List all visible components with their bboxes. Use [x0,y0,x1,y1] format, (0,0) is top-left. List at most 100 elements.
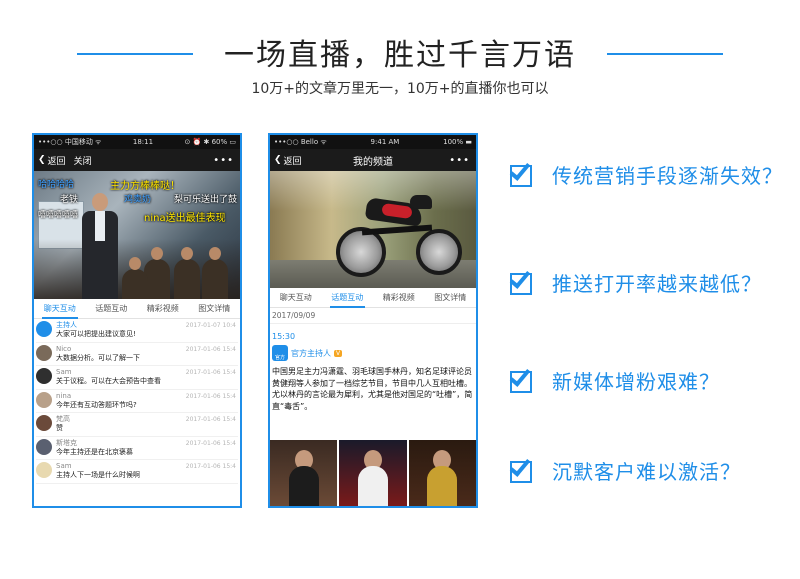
chat-row[interactable]: 梵高赞 2017-01-06 15:4 [36,413,238,437]
gallery-photo[interactable] [408,440,476,506]
pain-point-item: 新媒体增粉艰难？ [509,364,720,395]
avatar [36,391,52,408]
back-label: 返回 [283,156,302,167]
chat-row[interactable]: Nico 大数据分析。可以了解一下 2017-01-06 15:4 [36,343,238,366]
avatar [36,321,52,337]
chevron-left-icon: ❮ [38,155,46,165]
chat-row[interactable]: 斯塔克 今年主持还是在北京褒慕 2017-01-06 15:4 [36,437,238,460]
host-logo: 官方 [272,345,288,361]
status-carrier: •••○○ Bello ᯤ [274,137,327,146]
danmu-comment: 主力方棒棒哒！ [110,181,180,192]
chat-time: 2017-01-06 15:4 [185,416,236,423]
host-name[interactable]: 官方主持人 [291,348,331,359]
chat-content: Nico 大数据分析。可以了解一下 [56,345,140,363]
phone-live-chat: •••○○ 中国移动 ᯤ 18:11 ⊙ ⏰ ✱ 60% ▭ ❮ 返回 关闭 •… [32,133,242,508]
chat-row[interactable]: Sam 关于议程。可以在大会预告中查看 2017-01-06 15:4 [36,366,238,390]
pain-point-item: 推送打开率越来越低？ [509,266,762,297]
avatar [36,462,52,478]
bike-frame [361,224,433,236]
pain-point-text: 推送打开率越来越低？ [552,272,762,296]
pain-point-text: 传统营销手段逐渐失效？ [552,164,783,188]
audience-person [122,257,148,299]
gallery-photo[interactable] [270,440,338,506]
status-carrier: •••○○ 中国移动 ᯤ [38,138,102,146]
avatar [36,438,52,455]
pain-point-text: 沉默客户难以激活？ [552,460,741,484]
chat-time: 2017-01-06 15:4 [185,345,236,353]
checkbox-checked-icon [509,364,536,393]
danmu-comment: 鸡卖奶 [124,195,152,205]
chat-row[interactable]: nina 今年还有互动答题环节吗? 2017-01-06 15:4 [36,390,238,413]
nav-bar: ❮ 返回 关闭 ••• [34,149,240,171]
bike-rear-wheel [336,227,386,277]
back-button[interactable]: ❮ 返回 [274,154,302,167]
chat-author: Sam [56,368,72,376]
tab-topic[interactable]: 话题互动 [86,299,138,318]
tab-topic[interactable]: 话题互动 [322,288,374,308]
avatar [36,368,52,384]
chat-content: 梵高赞 [56,415,70,433]
status-right: ⊙ ⏰ ✱ 60% ▭ [184,138,236,146]
checkbox-checked-icon [509,266,536,295]
chat-content: Sam 关于议程。可以在大会预告中查看 [56,368,161,386]
back-button[interactable]: ❮ 返回 [38,154,66,167]
chat-time: 2017-01-06 15:4 [185,439,236,447]
chat-content: nina 今年还有互动答题环节吗? [56,392,137,410]
status-time: 18:11 [132,138,154,146]
danmu-comment: 老铁 [60,195,79,205]
live-video[interactable]: 哈哈哈哈 主力方棒棒哒！ 老铁 鸡卖奶 梨可乐送出了鼓 嘻嘻嘻嘻嘻 nina送出… [34,171,240,299]
cyclist-photo[interactable] [270,171,476,288]
chat-time: 2017-01-06 15:4 [185,369,236,376]
tab-chat[interactable]: 聊天互动 [270,288,322,307]
chat-author: Sam [56,462,72,470]
chat-content: Sam 主持人下一场是什么时候啊 [56,462,140,480]
page-title: 一场直播，胜过千言万语 [224,38,576,73]
chat-author: Nico [56,344,72,353]
pain-point-item: 传统营销手段逐渐失效？ [509,158,783,189]
danmu-comment: 哈哈哈哈 [38,180,75,190]
chat-message: 主持人下一场是什么时候啊 [56,471,140,479]
tab-chat[interactable]: 聊天互动 [34,299,86,319]
chat-message: 大数据分析。可以了解一下 [56,353,140,362]
chat-message: 关于议程。可以在大会预告中查看 [56,377,161,385]
tab-details[interactable]: 图文详情 [425,288,477,307]
status-time: 9:41 AM [370,138,400,146]
chat-row[interactable]: Sam 主持人下一场是什么时候啊 2017-01-06 15:4 [36,460,238,484]
chat-message: 今年主持还是在北京褒慕 [56,447,133,456]
danmu-comment: 梨可乐送出了鼓 [174,195,238,205]
chat-author: nina [56,391,72,400]
audience-person [202,247,228,299]
tab-bar: 聊天互动 话题互动 精彩视频 图文详情 [270,288,476,308]
chat-author: 梵高 [56,415,70,423]
avatar [36,415,52,431]
close-button[interactable]: 关闭 [74,154,92,167]
nav-bar: 我的频道 ❮ 返回 ••• [270,149,476,171]
post-time: 15:30 [272,332,296,341]
phone-channel: •••○○ Bello ᯤ 9:41 AM 100% ▬ 我的频道 ❮ 返回 •… [268,133,478,508]
chat-message: 大家可以把提出建议意见! [56,330,136,338]
tab-details[interactable]: 图文详情 [189,299,241,318]
chevron-left-icon: ❮ [274,155,282,165]
chat-author: 斯塔克 [56,438,77,447]
speaker-figure [78,193,120,299]
more-icon[interactable]: ••• [449,155,470,166]
chat-message: 今年还有互动答题环节吗? [56,400,137,409]
tab-videos[interactable]: 精彩视频 [137,299,189,318]
chat-row[interactable]: 主持人 大家可以把提出建议意见! 2017-01-07 10:4 [36,319,238,343]
chat-time: 2017-01-07 10:4 [185,322,236,329]
status-bar: •••○○ Bello ᯤ 9:41 AM 100% ▬ [270,135,476,149]
danmu-comment: nina送出最佳表现 [144,213,226,224]
tab-videos[interactable]: 精彩视频 [373,288,425,307]
host-row: 官方 官方主持人 V [270,345,476,361]
tab-bar: 聊天互动 话题互动 精彩视频 图文详情 [34,299,240,319]
audience-person [174,247,200,299]
chat-time: 2017-01-06 15:4 [185,463,236,470]
gallery-photo[interactable] [339,440,407,506]
pain-point-text: 新媒体增粉艰难？ [552,370,720,394]
back-label: 返回 [47,156,66,167]
more-icon[interactable]: ••• [213,155,234,166]
photo-gallery [270,440,476,506]
danmu-comment: 嘻嘻嘻嘻嘻 [38,210,78,219]
chat-list: 主持人 大家可以把提出建议意见! 2017-01-07 10:4 Nico 大数据分析。… [34,319,240,484]
status-right: 100% ▬ [443,138,472,146]
